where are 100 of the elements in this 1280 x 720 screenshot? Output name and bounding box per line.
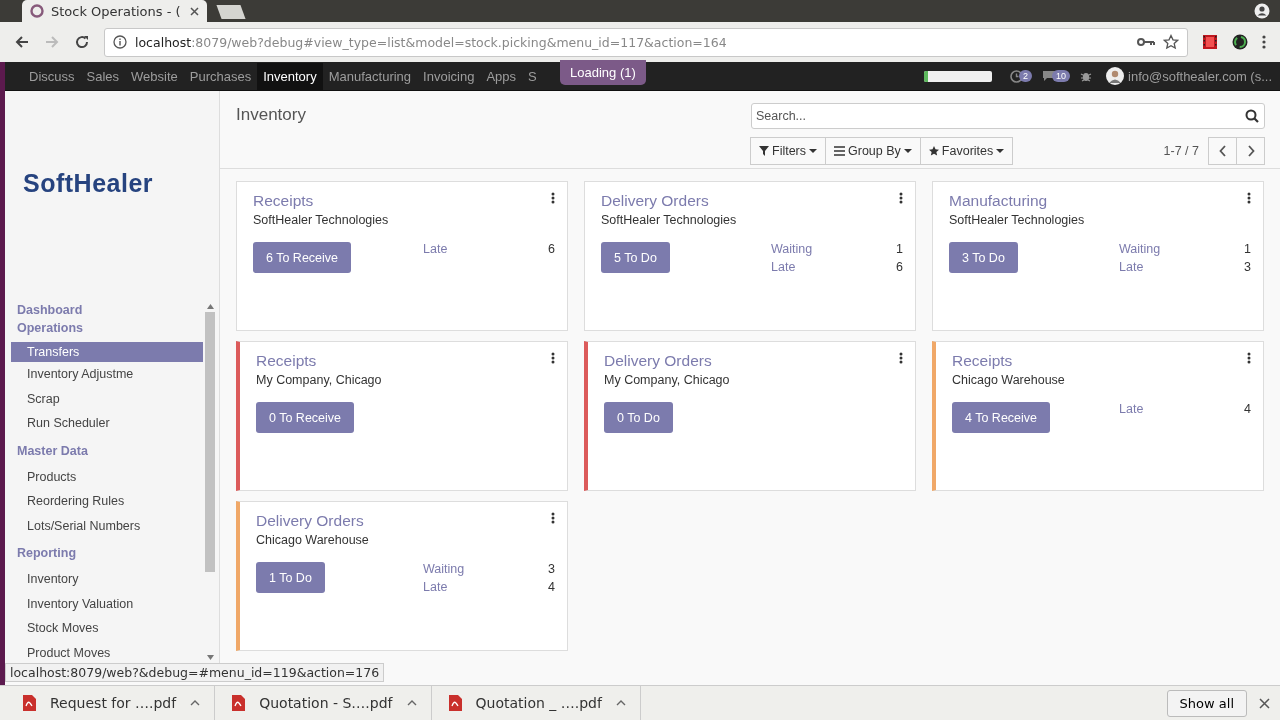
browser-tab[interactable]: Stock Operations - (	[22, 0, 207, 22]
menu-item[interactable]: Manufacturing	[322, 62, 418, 90]
avatar[interactable]	[1106, 67, 1124, 85]
next-button[interactable]	[1236, 137, 1265, 165]
to-do-button[interactable]: 6 To Receive	[253, 242, 352, 273]
operation-card[interactable]: Delivery Orders My Company, Chicago 0 To Do	[584, 341, 916, 491]
card-title[interactable]: Receipts	[256, 352, 382, 370]
new-tab-button[interactable]	[216, 5, 246, 19]
stat-link[interactable]: Waiting	[771, 240, 813, 258]
operation-card[interactable]: Manufacturing SoftHealer Technologies 3 To Do Waiting 1 Late 3	[932, 181, 1264, 331]
back-icon[interactable]	[14, 34, 30, 50]
sidebar-item[interactable]: Reordering Rules	[11, 489, 203, 514]
key-icon[interactable]	[1137, 37, 1155, 47]
menu-item[interactable]: Inventory	[257, 62, 323, 90]
operation-card[interactable]: Receipts Chicago Warehouse 4 To Receive Late 4	[932, 341, 1264, 491]
section-title[interactable]: Dashboard	[11, 301, 203, 319]
caret-up-icon[interactable]	[615, 700, 626, 706]
menu-item[interactable]: Website	[125, 62, 184, 90]
search-field[interactable]: Search...	[751, 103, 1265, 129]
card-title[interactable]: Delivery Orders	[256, 512, 369, 530]
star-icon[interactable]	[1163, 34, 1179, 50]
menu-item[interactable]: Purchases	[183, 62, 258, 90]
close-icon[interactable]	[1259, 697, 1270, 709]
sidebar-item[interactable]: Inventory Valuation	[11, 591, 203, 616]
to-do-button[interactable]: 4 To Receive	[952, 402, 1051, 433]
reload-icon[interactable]	[74, 34, 90, 50]
sidebar-item[interactable]: Transfers	[11, 342, 203, 362]
card-title[interactable]: Manufacturing	[949, 192, 1085, 210]
download-item[interactable]: Request for ….pdf	[22, 686, 216, 720]
previous-button[interactable]	[1208, 137, 1237, 165]
search-icon[interactable]	[1245, 109, 1259, 123]
caret-up-icon[interactable]	[406, 700, 417, 706]
download-item[interactable]: Quotation - S….pdf	[231, 686, 432, 720]
stat-link[interactable]: Late	[1119, 400, 1144, 418]
pdf-file-icon	[447, 695, 462, 711]
card-title[interactable]: Delivery Orders	[604, 352, 730, 370]
kebab-menu-icon[interactable]	[551, 512, 555, 524]
address-field[interactable]: localhost:8079/web?debug#view_type=list&model=stock.picking&menu_id=117&action=164	[104, 27, 1188, 57]
user-menu[interactable]: info@softhealer.com (s...	[1128, 68, 1272, 84]
show-all-button[interactable]: Show all	[1166, 689, 1247, 717]
section-title[interactable]: Operations	[11, 319, 203, 337]
to-do-button[interactable]: 3 To Do	[949, 242, 1018, 273]
scrollbar-thumb[interactable]	[205, 312, 215, 572]
operation-card[interactable]: Delivery Orders SoftHealer Technologies 5 To Do Waiting 1 Late 6	[584, 181, 916, 331]
operation-card[interactable]: Receipts SoftHealer Technologies 6 To Receive Late 6	[236, 181, 568, 331]
kebab-menu-icon[interactable]	[899, 192, 903, 204]
stat-link[interactable]: Waiting	[423, 560, 465, 578]
pdf-file-icon	[22, 695, 36, 711]
sidebar-item[interactable]: Inventory Adjustme	[11, 362, 203, 387]
stat-link[interactable]: Late	[423, 578, 448, 596]
menu-item[interactable]: S	[522, 62, 543, 90]
bug-icon[interactable]	[1080, 70, 1092, 82]
operation-card[interactable]: Delivery Orders Chicago Warehouse 1 To Do Waiting 3 Late 4	[236, 501, 568, 651]
kebab-menu-icon[interactable]	[1247, 192, 1251, 204]
menu-item[interactable]: Invoicing	[417, 62, 481, 90]
account-icon[interactable]	[1254, 3, 1270, 19]
stat-link[interactable]: Late	[423, 240, 448, 258]
stat-link[interactable]: Late	[1119, 258, 1144, 276]
stat-link[interactable]: Late	[771, 258, 796, 276]
scroll-up-icon[interactable]	[206, 304, 214, 309]
star-icon	[928, 146, 939, 156]
clock-icon[interactable]	[1010, 69, 1023, 83]
menu-item[interactable]: Sales	[80, 62, 126, 90]
section-title[interactable]: Reporting	[11, 544, 203, 562]
filters-button[interactable]: Filters	[750, 137, 827, 165]
sidebar-item[interactable]: Products	[11, 464, 203, 489]
close-icon[interactable]	[190, 6, 199, 16]
caret-up-icon[interactable]	[190, 700, 201, 706]
color-wheel-icon[interactable]	[1232, 34, 1248, 50]
menu-item[interactable]: Apps	[480, 62, 523, 90]
favorites-button[interactable]: Favorites	[919, 137, 1014, 165]
stat-link[interactable]: Waiting	[1119, 240, 1161, 258]
sidebar-item[interactable]: Lots/Serial Numbers	[11, 513, 203, 538]
film-icon[interactable]	[1202, 34, 1218, 50]
to-do-button[interactable]: 1 To Do	[256, 562, 325, 593]
to-do-button[interactable]: 5 To Do	[601, 242, 670, 273]
company-name: SoftHealer Technologies	[601, 213, 737, 227]
download-item[interactable]: Quotation _ ….pdf	[447, 686, 641, 720]
kebab-menu-icon[interactable]	[551, 352, 555, 364]
section-title[interactable]: Master Data	[11, 441, 203, 460]
card-title[interactable]: Receipts	[253, 192, 389, 210]
sidebar-item[interactable]: Product Moves	[11, 640, 203, 665]
kebab-menu-icon[interactable]	[899, 352, 903, 364]
card-title[interactable]: Delivery Orders	[601, 192, 737, 210]
sidebar-item[interactable]: Scrap	[11, 386, 203, 411]
scroll-down-icon[interactable]	[206, 655, 214, 660]
company-name: SoftHealer Technologies	[253, 213, 389, 227]
sidebar-item[interactable]: Stock Moves	[11, 616, 203, 641]
kebab-menu-icon[interactable]	[1247, 352, 1251, 364]
kebab-menu-icon[interactable]	[551, 192, 555, 204]
sidebar-item[interactable]: Run Scheduler	[11, 411, 203, 436]
sidebar-item[interactable]: Inventory	[11, 567, 203, 592]
menu-item[interactable]: Discuss	[23, 62, 81, 90]
to-do-button[interactable]: 0 To Receive	[256, 402, 355, 433]
card-title[interactable]: Receipts	[952, 352, 1065, 370]
operation-card[interactable]: Receipts My Company, Chicago 0 To Receive	[236, 341, 568, 491]
to-do-button[interactable]: 0 To Do	[604, 402, 673, 433]
status-url: localhost:8079/web?&debug=#menu_id=119&action=176	[5, 663, 385, 682]
menu-icon[interactable]	[1262, 34, 1266, 50]
group-by-button[interactable]: Group By	[825, 137, 921, 165]
